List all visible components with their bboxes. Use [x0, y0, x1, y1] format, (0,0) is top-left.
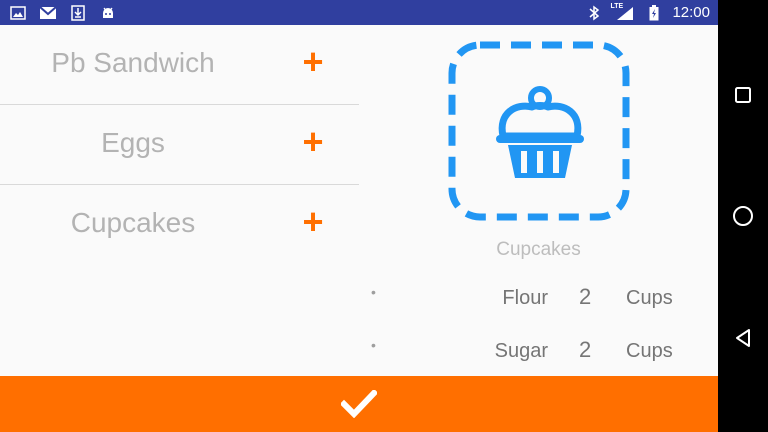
notification-icons	[8, 4, 118, 21]
signal-icon: LTE	[610, 3, 636, 21]
circle-icon	[733, 206, 753, 226]
ingredient-unit: Cups	[626, 287, 673, 309]
download-icon	[68, 4, 88, 21]
ingredient-unit: Cups	[626, 340, 673, 362]
cupcake-icon	[448, 41, 630, 221]
food-item-pb-sandwich[interactable]: Pb Sandwich +	[0, 25, 359, 105]
back-button[interactable]	[731, 326, 755, 350]
recipe-title: Cupcakes	[496, 239, 581, 260]
triangle-icon	[736, 329, 750, 347]
food-item-label: Pb Sandwich	[51, 47, 215, 78]
clock: 12:00	[672, 4, 710, 21]
recent-apps-button[interactable]	[731, 83, 755, 107]
square-icon	[735, 87, 751, 103]
recipe-detail: Cupcakes • Flour 2 Cups • Sugar 2 Cups	[359, 25, 718, 376]
food-item-eggs[interactable]: Eggs +	[0, 105, 359, 185]
ingredient-name: Flour	[502, 287, 548, 309]
bullet-icon: •	[371, 337, 376, 353]
ingredient-row: • Flour 2 Cups	[359, 282, 718, 312]
food-item-label: Cupcakes	[70, 207, 196, 238]
status-bar: LTE 12:00	[0, 0, 718, 25]
image-icon	[8, 4, 28, 21]
navigation-bar	[718, 0, 768, 432]
food-item-label: Eggs	[101, 127, 165, 158]
check-icon	[341, 390, 377, 418]
bullet-icon: •	[371, 284, 376, 300]
android-icon	[98, 4, 118, 21]
ingredient-quantity: 2	[579, 284, 592, 309]
add-button[interactable]: +	[296, 124, 330, 160]
ingredient-row: • Sugar 2 Cups	[359, 335, 718, 365]
add-button[interactable]: +	[296, 44, 330, 80]
home-button[interactable]	[731, 204, 755, 228]
food-item-cupcakes[interactable]: Cupcakes +	[0, 185, 359, 265]
add-button[interactable]: +	[296, 204, 330, 240]
gmail-icon	[38, 4, 58, 21]
network-type-label: LTE	[610, 3, 624, 10]
bluetooth-icon	[584, 4, 604, 21]
food-list: Pb Sandwich + Eggs + Cupcakes +	[0, 25, 359, 265]
system-status-icons: LTE 12:00	[584, 0, 710, 25]
ingredient-name: Sugar	[494, 340, 548, 362]
ingredient-quantity: 2	[579, 337, 592, 362]
recipe-app: Pb Sandwich + Eggs + Cupcakes + Cupcakes…	[0, 25, 718, 376]
confirm-button[interactable]	[0, 376, 718, 432]
battery-icon	[644, 4, 664, 21]
